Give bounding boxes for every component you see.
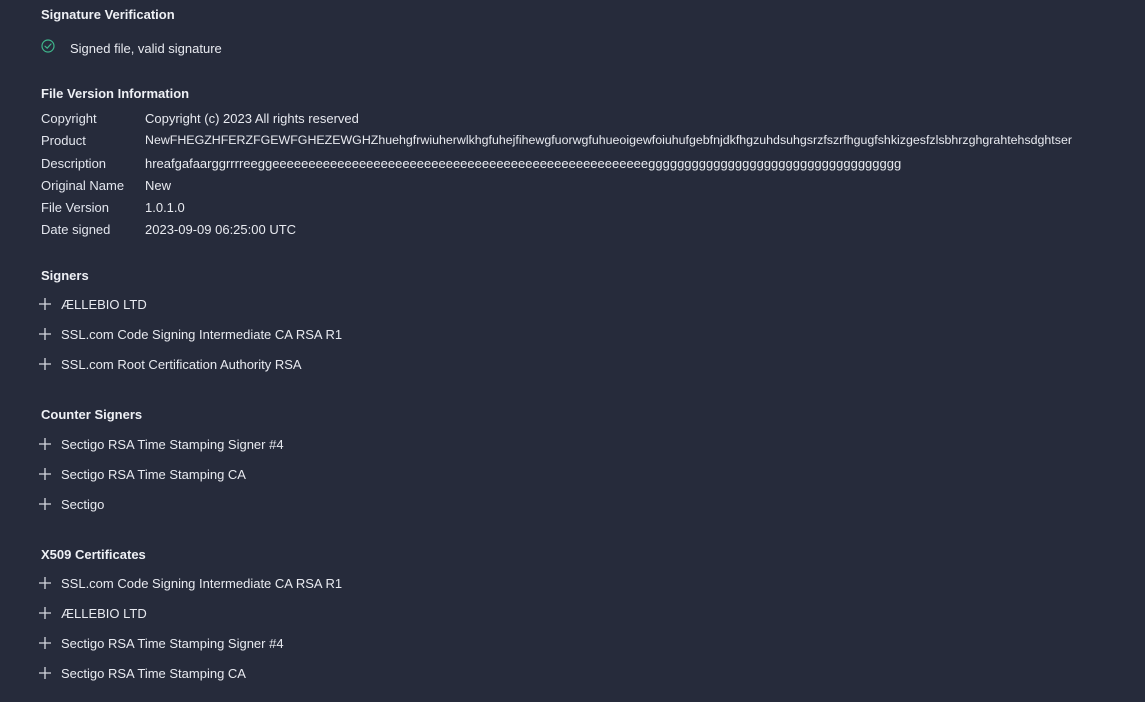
counter-signer-label: Sectigo RSA Time Stamping Signer #4 xyxy=(61,436,284,452)
plus-icon[interactable] xyxy=(38,636,52,650)
info-key: Product xyxy=(41,132,86,148)
info-value: hreafgafaarggrrrreeggeeeeeeeeeeeeeeeeeee… xyxy=(145,155,902,171)
signer-item[interactable]: ÆLLEBIO LTD xyxy=(38,294,147,314)
counter-signer-item[interactable]: Sectigo xyxy=(38,494,104,514)
certificate-item[interactable]: ÆLLEBIO LTD xyxy=(38,603,147,623)
info-row-original-name: Original Name New xyxy=(41,175,171,195)
plus-icon[interactable] xyxy=(38,606,52,620)
section-title-file-version: File Version Information xyxy=(41,86,190,101)
certificate-label: SSL.com Code Signing Intermediate CA RSA… xyxy=(61,575,343,591)
signature-status: Signed file, valid signature xyxy=(41,38,222,58)
counter-signer-item[interactable]: Sectigo RSA Time Stamping Signer #4 xyxy=(38,434,284,454)
check-circle-icon xyxy=(41,39,55,53)
info-value: 2023-09-09 06:25:00 UTC xyxy=(145,221,297,237)
info-value: New xyxy=(145,177,172,193)
counter-signer-label: Sectigo RSA Time Stamping CA xyxy=(61,466,246,482)
info-key: Copyright xyxy=(41,110,97,126)
plus-icon[interactable] xyxy=(38,467,52,481)
plus-icon[interactable] xyxy=(38,297,52,311)
info-row-file-version: File Version 1.0.1.0 xyxy=(41,197,185,217)
info-key: File Version xyxy=(41,199,109,215)
certificate-label: Sectigo RSA Time Stamping Signer #4 xyxy=(61,635,284,651)
info-value: 1.0.1.0 xyxy=(145,199,185,215)
section-title-x509: X509 Certificates xyxy=(41,547,146,562)
certificate-label: Sectigo RSA Time Stamping CA xyxy=(61,665,246,681)
section-title-signers: Signers xyxy=(41,268,89,283)
signer-item[interactable]: SSL.com Code Signing Intermediate CA RSA… xyxy=(38,324,342,344)
signature-panel: Signature Verification Signed file, vali… xyxy=(0,0,1145,702)
plus-icon[interactable] xyxy=(38,666,52,680)
plus-icon[interactable] xyxy=(38,357,52,371)
certificate-item[interactable]: Sectigo RSA Time Stamping Signer #4 xyxy=(38,633,284,653)
certificate-item[interactable]: Sectigo RSA Time Stamping CA xyxy=(38,663,246,683)
certificate-label: ÆLLEBIO LTD xyxy=(61,605,147,621)
counter-signer-label: Sectigo xyxy=(61,496,105,512)
info-row-copyright: Copyright Copyright (c) 2023 All rights … xyxy=(41,108,359,128)
info-value: NewFHEGZHFERZFGEWFGHEZEWGHZhuehgfrwiuher… xyxy=(145,133,1072,147)
info-key: Description xyxy=(41,155,107,171)
counter-signer-item[interactable]: Sectigo RSA Time Stamping CA xyxy=(38,464,246,484)
info-row-description: Description hreafgafaarggrrrreeggeeeeeee… xyxy=(41,153,901,173)
plus-icon[interactable] xyxy=(38,576,52,590)
signer-label: SSL.com Code Signing Intermediate CA RSA… xyxy=(61,326,343,342)
signature-status-text: Signed file, valid signature xyxy=(70,40,222,56)
signer-label: SSL.com Root Certification Authority RSA xyxy=(61,356,302,372)
info-row-product: Product NewFHEGZHFERZFGEWFGHEZEWGHZhuehg… xyxy=(41,130,1072,150)
plus-icon[interactable] xyxy=(38,497,52,511)
certificate-item[interactable]: SSL.com Code Signing Intermediate CA RSA… xyxy=(38,573,342,593)
signer-label: ÆLLEBIO LTD xyxy=(61,296,147,312)
section-title-counter-signers: Counter Signers xyxy=(41,407,143,422)
plus-icon[interactable] xyxy=(38,327,52,341)
info-row-date-signed: Date signed 2023-09-09 06:25:00 UTC xyxy=(41,219,296,239)
info-key: Original Name xyxy=(41,177,125,193)
section-title-signature-verification: Signature Verification xyxy=(41,7,175,22)
info-key: Date signed xyxy=(41,221,111,237)
info-value: Copyright (c) 2023 All rights reserved xyxy=(145,110,359,126)
plus-icon[interactable] xyxy=(38,437,52,451)
signer-item[interactable]: SSL.com Root Certification Authority RSA xyxy=(38,354,302,374)
